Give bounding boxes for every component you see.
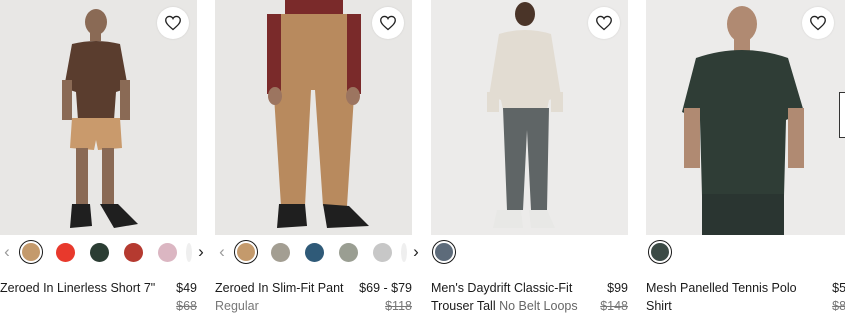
swatch-color <box>304 242 324 262</box>
swatch-color <box>55 242 75 262</box>
product-original-price: $118 <box>385 299 412 313</box>
swatch-color <box>338 242 358 262</box>
swatch-color <box>401 242 407 262</box>
color-swatches: ‹ › <box>0 238 208 266</box>
product-image[interactable] <box>215 0 412 235</box>
color-swatch[interactable] <box>121 240 145 264</box>
color-swatch[interactable] <box>370 240 394 264</box>
side-tab[interactable] <box>839 92 845 138</box>
product-original-price: $68 <box>176 299 197 313</box>
product-image[interactable] <box>431 0 628 235</box>
product-image[interactable] <box>0 0 197 235</box>
color-swatch[interactable] <box>87 240 111 264</box>
product-name[interactable]: Zeroed In Linerless Short 7" <box>0 279 160 297</box>
swatch-color <box>123 242 143 262</box>
chevron-right-icon[interactable]: › <box>409 238 423 266</box>
color-swatch[interactable] <box>336 240 360 264</box>
color-swatch-partial[interactable] <box>186 240 192 264</box>
heart-outline-icon <box>810 15 826 31</box>
product-name[interactable]: Zeroed In Slim-Fit Pant <box>215 279 365 297</box>
color-swatch[interactable] <box>155 240 179 264</box>
color-swatch-selected[interactable] <box>19 240 43 264</box>
product-card[interactable]: ‹ › Zeroed In Slim-Fit Pant Regular $69 … <box>215 0 419 319</box>
chevron-left-icon[interactable]: ‹ <box>215 238 229 266</box>
product-price: $49 <box>176 281 197 295</box>
swatch-color <box>157 242 177 262</box>
color-swatches: ‹ › <box>215 238 423 266</box>
product-price: $69 - $79 <box>359 281 412 295</box>
color-swatches <box>646 238 677 266</box>
color-swatch-partial[interactable] <box>401 240 407 264</box>
product-price: $59 <box>832 281 845 295</box>
heart-outline-icon <box>165 15 181 31</box>
product-card[interactable]: Mesh Panelled Tennis Polo Shirt $59 $88 <box>646 0 845 319</box>
color-swatch-selected[interactable] <box>234 240 258 264</box>
product-card[interactable]: Men's Daydrift Classic-Fit Trouser Tall … <box>431 0 628 319</box>
wishlist-button[interactable] <box>372 7 404 39</box>
product-original-price: $148 <box>600 299 628 313</box>
product-name[interactable]: Mesh Panelled Tennis Polo Shirt <box>646 279 806 315</box>
color-swatch[interactable] <box>53 240 77 264</box>
chevron-left-icon[interactable]: ‹ <box>0 238 14 266</box>
product-card[interactable]: ‹ › Zeroed In Linerless Short 7" $49 $68 <box>0 0 204 319</box>
swatch-color <box>435 243 453 261</box>
wishlist-button[interactable] <box>157 7 189 39</box>
swatch-color <box>651 243 669 261</box>
product-original-price: $88 <box>832 299 845 313</box>
wishlist-button[interactable] <box>588 7 620 39</box>
product-name[interactable]: Men's Daydrift Classic-Fit Trouser Tall … <box>431 279 591 315</box>
swatch-color <box>372 242 392 262</box>
product-variant: No Belt Loops <box>499 299 578 313</box>
chevron-right-icon[interactable]: › <box>194 238 208 266</box>
swatch-color <box>89 242 109 262</box>
swatch-color <box>186 242 192 262</box>
color-swatch-selected[interactable] <box>648 240 672 264</box>
product-fit: Regular <box>215 299 259 313</box>
color-swatches <box>431 238 461 266</box>
swatch-color <box>237 243 255 261</box>
color-swatch-selected[interactable] <box>432 240 456 264</box>
wishlist-button[interactable] <box>802 7 834 39</box>
heart-outline-icon <box>380 15 396 31</box>
swatch-color <box>22 243 40 261</box>
product-image[interactable] <box>646 0 845 235</box>
color-swatch[interactable] <box>302 240 326 264</box>
color-swatch[interactable] <box>268 240 292 264</box>
product-price: $99 <box>607 281 628 295</box>
swatch-color <box>270 242 290 262</box>
product-grid: ‹ › Zeroed In Linerless Short 7" $49 $68 <box>0 0 845 319</box>
heart-outline-icon <box>596 15 612 31</box>
